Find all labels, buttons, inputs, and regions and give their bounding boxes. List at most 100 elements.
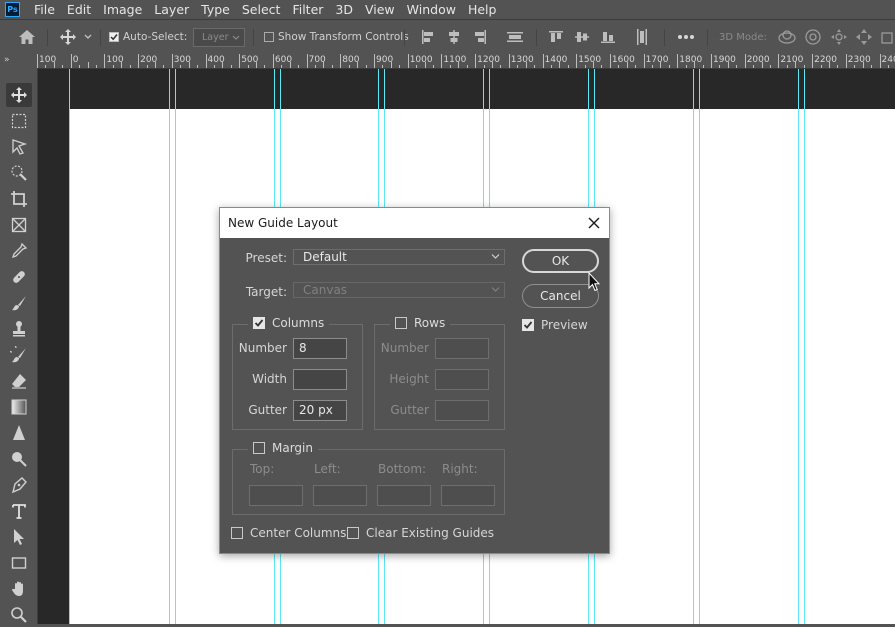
columns-gutter-input[interactable]: 20 px bbox=[293, 400, 347, 421]
auto-select-target-dropdown[interactable]: Layer bbox=[193, 28, 245, 47]
frame-icon[interactable] bbox=[6, 213, 32, 237]
auto-select-check-icon bbox=[109, 32, 119, 42]
healing-brush-icon[interactable] bbox=[6, 265, 32, 289]
pen-icon[interactable] bbox=[6, 473, 32, 497]
gradient-icon[interactable] bbox=[6, 395, 32, 419]
chevron-down-icon bbox=[491, 286, 500, 293]
crop-icon[interactable] bbox=[6, 187, 32, 211]
align-right-edges-icon[interactable] bbox=[472, 20, 488, 54]
move-tool-preset-icon[interactable] bbox=[59, 20, 93, 54]
rows-checkbox[interactable]: Rows bbox=[390, 316, 450, 330]
ruler-label: 2100 bbox=[780, 55, 803, 65]
ruler-tick bbox=[433, 65, 434, 68]
menu-image[interactable]: Image bbox=[97, 0, 148, 19]
rows-height-input[interactable] bbox=[435, 369, 489, 390]
ruler-tick bbox=[349, 65, 350, 68]
columns-number-input[interactable]: 8 bbox=[293, 338, 347, 359]
menu-view[interactable]: View bbox=[359, 0, 401, 19]
ruler-tick bbox=[147, 65, 148, 68]
eraser-icon[interactable] bbox=[6, 369, 32, 393]
menu-edit[interactable]: Edit bbox=[61, 0, 97, 19]
margin-left-input[interactable] bbox=[313, 485, 367, 506]
history-brush-icon[interactable] bbox=[6, 343, 32, 367]
distribute-vertical-icon[interactable] bbox=[506, 20, 524, 54]
dodge-icon[interactable] bbox=[6, 447, 32, 471]
menu-filter[interactable]: Filter bbox=[286, 0, 329, 19]
ruler-label: 2400 bbox=[882, 55, 895, 65]
rectangular-marquee-icon[interactable] bbox=[6, 109, 32, 133]
target-dropdown[interactable]: Canvas bbox=[293, 282, 505, 298]
menu-select[interactable]: Select bbox=[236, 0, 287, 19]
columns-width-input[interactable] bbox=[293, 369, 347, 390]
3d-slide-icon[interactable] bbox=[855, 20, 873, 54]
ruler-tick bbox=[323, 62, 324, 68]
blur-icon[interactable] bbox=[6, 421, 32, 445]
ruler-tick bbox=[79, 65, 80, 68]
menu-type[interactable]: Type bbox=[195, 0, 236, 19]
zoom-icon[interactable] bbox=[6, 603, 32, 627]
ruler-tick bbox=[374, 54, 375, 68]
eyedropper-icon[interactable] bbox=[6, 239, 32, 263]
align-horizontal-centers-icon[interactable] bbox=[446, 20, 462, 54]
ruler-tick bbox=[273, 54, 274, 68]
close-icon[interactable] bbox=[587, 216, 601, 230]
auto-select-checkbox[interactable]: Auto-Select: bbox=[109, 20, 187, 54]
3d-roll-icon[interactable] bbox=[804, 20, 822, 54]
path-selection-icon[interactable] bbox=[6, 525, 32, 549]
margin-right-input[interactable] bbox=[441, 485, 495, 506]
ruler-tick bbox=[163, 65, 164, 68]
align-top-edges-icon[interactable] bbox=[548, 20, 564, 54]
columns-label: Columns bbox=[272, 316, 324, 330]
ruler-tick bbox=[846, 54, 847, 68]
move-tool-icon[interactable] bbox=[6, 83, 32, 107]
layer-select-value: Layer bbox=[202, 32, 229, 43]
distribute-horizontal-icon[interactable] bbox=[634, 20, 650, 54]
margin-bottom-input[interactable] bbox=[377, 485, 431, 506]
ruler-tick bbox=[214, 65, 215, 68]
center-columns-checkbox[interactable]: Center Columns bbox=[231, 526, 346, 540]
type-icon[interactable] bbox=[6, 499, 32, 523]
rectangle-shape-icon[interactable] bbox=[6, 551, 32, 575]
brush-icon[interactable] bbox=[6, 291, 32, 315]
ruler-tick bbox=[543, 54, 544, 68]
menu-window[interactable]: Window bbox=[401, 0, 462, 19]
home-icon[interactable] bbox=[18, 20, 36, 54]
columns-checkbox[interactable]: Columns bbox=[248, 316, 329, 330]
margin-top-input[interactable] bbox=[249, 485, 303, 506]
ruler-tick bbox=[534, 65, 535, 68]
lasso-icon[interactable] bbox=[6, 135, 32, 159]
align-vertical-centers-icon[interactable] bbox=[574, 20, 590, 54]
quick-selection-icon[interactable] bbox=[6, 161, 32, 185]
3d-orbit-icon[interactable] bbox=[777, 20, 797, 54]
rows-number-input[interactable] bbox=[435, 338, 489, 359]
margin-checkbox[interactable]: Margin bbox=[248, 441, 318, 455]
ruler-tick bbox=[104, 54, 105, 68]
preset-dropdown[interactable]: Default bbox=[293, 249, 505, 265]
ruler-tick bbox=[416, 65, 417, 68]
more-options-icon[interactable] bbox=[677, 20, 695, 54]
dialog-titlebar[interactable]: New Guide Layout bbox=[220, 208, 609, 238]
ruler-tick bbox=[425, 62, 426, 68]
align-left-edges-icon[interactable] bbox=[420, 20, 436, 54]
menu-3d[interactable]: 3D bbox=[329, 0, 359, 19]
ruler-tick bbox=[88, 62, 89, 68]
menu-layer[interactable]: Layer bbox=[148, 0, 195, 19]
preview-checkbox[interactable]: Preview bbox=[522, 318, 588, 332]
rows-gutter-input[interactable] bbox=[435, 400, 489, 421]
clear-guides-label: Clear Existing Guides bbox=[366, 526, 494, 540]
hand-icon[interactable] bbox=[6, 577, 32, 601]
preview-label: Preview bbox=[541, 318, 588, 332]
align-bottom-edges-icon[interactable] bbox=[600, 20, 616, 54]
3d-pan-icon[interactable] bbox=[830, 20, 848, 54]
clear-existing-guides-checkbox[interactable]: Clear Existing Guides bbox=[347, 526, 494, 540]
ruler-tick bbox=[172, 54, 173, 68]
clone-stamp-icon[interactable] bbox=[6, 317, 32, 341]
menu-help[interactable]: Help bbox=[462, 0, 503, 19]
ruler-tick bbox=[315, 65, 316, 68]
3d-scale-icon[interactable] bbox=[879, 20, 895, 54]
ruler-label: 1900 bbox=[713, 55, 736, 65]
ruler-tick bbox=[130, 65, 131, 68]
ok-button[interactable]: OK bbox=[522, 249, 599, 273]
show-transform-controls-checkbox[interactable]: Show Transform Controls bbox=[264, 20, 409, 54]
menu-file[interactable]: File bbox=[28, 0, 61, 19]
